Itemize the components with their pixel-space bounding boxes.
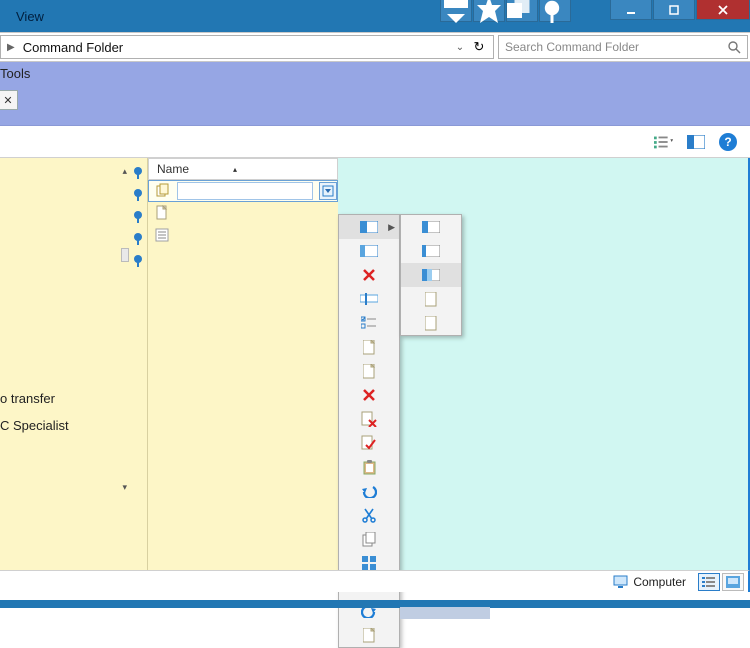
ribbon-close-tab[interactable]: ✕ <box>0 90 18 110</box>
column-header-label: Name <box>157 162 189 176</box>
menu-item-checklist[interactable] <box>339 311 399 335</box>
menu-item-rename[interactable] <box>339 287 399 311</box>
qat-dropdown-button[interactable] <box>440 0 472 22</box>
status-computer[interactable]: Computer <box>601 575 698 589</box>
menu-item-copy[interactable] <box>339 527 399 551</box>
search-placeholder: Search Command Folder <box>505 40 639 54</box>
nav-text-line: o transfer <box>0 391 69 406</box>
address-row: ▶ Command Folder ⌄ ↻ Search Command Fold… <box>0 32 750 62</box>
pin-icon[interactable] <box>131 166 145 180</box>
pin-icon[interactable] <box>131 188 145 202</box>
navigation-panel: ▴ o transfer C Specialist ▾ <box>0 158 148 573</box>
pin-icon[interactable] <box>131 210 145 224</box>
titlebar: View <box>0 0 750 32</box>
minimize-button[interactable] <box>610 0 652 20</box>
submenu-item-doc1[interactable] <box>401 287 461 311</box>
search-input[interactable]: Search Command Folder <box>498 35 748 59</box>
menu-item-newdoc2[interactable] <box>339 359 399 383</box>
titlebar-left: View <box>0 0 44 32</box>
file-row-editing[interactable] <box>148 180 338 202</box>
ribbon: Tools ✕ <box>0 62 750 126</box>
menu-item-doc-blank[interactable] <box>339 623 399 647</box>
menu-item-doc-delete[interactable] <box>339 407 399 431</box>
column-header-name[interactable]: Name ▴ <box>148 158 338 180</box>
chevron-right-icon: ▶ <box>5 42 17 53</box>
submenu-item-layout1[interactable] <box>401 215 461 239</box>
help-button[interactable]: ? <box>718 132 738 152</box>
pin-icon[interactable] <box>131 232 145 246</box>
close-button[interactable] <box>696 0 750 20</box>
refresh-button[interactable]: ↻ <box>469 39 489 55</box>
file-list-column: Name ▴ <box>148 158 338 573</box>
submenu-item-doc2[interactable] <box>401 311 461 335</box>
filename-dropdown-button[interactable] <box>319 182 337 200</box>
bottom-chrome <box>0 592 750 619</box>
document-icon <box>154 205 170 221</box>
menu-item-clipboard[interactable] <box>339 455 399 479</box>
menu-item-navpane[interactable] <box>339 239 399 263</box>
maximize-button[interactable] <box>653 0 695 20</box>
file-row[interactable] <box>148 224 338 246</box>
pin-icon[interactable] <box>131 254 145 268</box>
breadcrumb[interactable]: Command Folder <box>17 40 129 55</box>
submenu-item-layout3[interactable] <box>401 263 461 287</box>
nav-text-line: C Specialist <box>0 418 69 433</box>
help-icon: ? <box>719 133 737 151</box>
scroll-up-icon[interactable]: ▴ <box>122 166 127 177</box>
qat-pin-button[interactable] <box>539 0 571 22</box>
scroll-down-icon[interactable]: ▾ <box>122 482 127 493</box>
qat-windows-button[interactable] <box>506 0 538 22</box>
address-bar[interactable]: ▶ Command Folder ⌄ ↻ <box>0 35 494 59</box>
pin-column <box>131 166 145 268</box>
status-computer-label: Computer <box>633 575 686 589</box>
quick-access-toolbar <box>440 0 571 23</box>
ribbon-tools-label: Tools <box>0 66 30 81</box>
search-icon[interactable] <box>727 40 741 54</box>
menu-item-delete2[interactable] <box>339 383 399 407</box>
window-buttons <box>609 0 750 22</box>
computer-icon <box>613 575 629 589</box>
file-row[interactable] <box>148 202 338 224</box>
status-bar: Computer <box>0 570 750 592</box>
thumbnail-view-button[interactable] <box>722 573 744 591</box>
menu-item-undo[interactable] <box>339 479 399 503</box>
nav-text-block: o transfer C Specialist <box>0 391 69 433</box>
menu-item-doc-check[interactable] <box>339 431 399 455</box>
details-view-button[interactable] <box>698 573 720 591</box>
popout-submenu <box>400 214 462 336</box>
menu-item-delete[interactable] <box>339 263 399 287</box>
copy-pages-icon <box>155 183 171 199</box>
preview-pane-button[interactable] <box>686 132 706 152</box>
sort-arrow-icon: ▴ <box>233 165 237 174</box>
splitter-handle[interactable] <box>121 248 129 262</box>
view-options-button[interactable] <box>654 132 674 152</box>
submenu-arrow-icon: ▶ <box>388 222 395 233</box>
filename-edit-field[interactable] <box>177 182 313 200</box>
address-dropdown-icon[interactable]: ⌄ <box>451 42 469 53</box>
menu-item-cut[interactable] <box>339 503 399 527</box>
view-menu-label[interactable]: View <box>16 9 44 24</box>
qat-favorite-button[interactable] <box>473 0 505 22</box>
control-strip: ? <box>0 126 750 158</box>
submenu-item-layout2[interactable] <box>401 239 461 263</box>
menu-item-newdoc[interactable] <box>339 335 399 359</box>
menu-item-layout[interactable]: ▶ <box>339 215 399 239</box>
view-toggle-buttons <box>698 573 748 591</box>
form-icon <box>154 227 170 243</box>
